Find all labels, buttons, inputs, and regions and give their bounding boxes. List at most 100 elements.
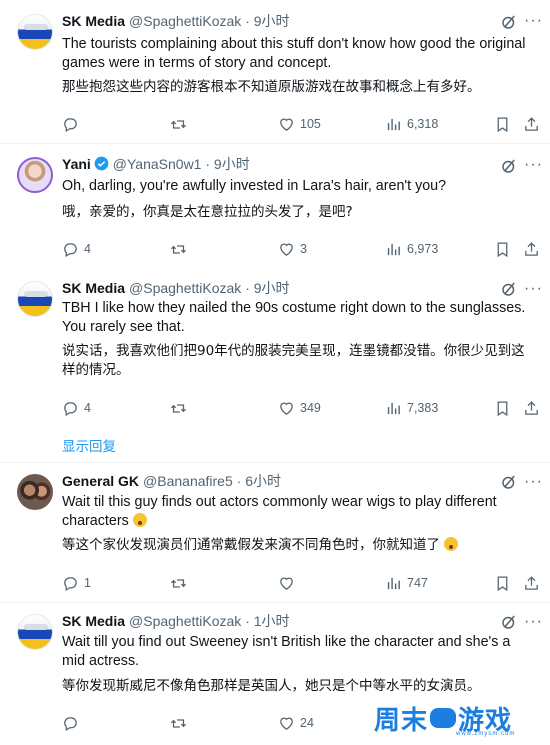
heart-icon xyxy=(280,402,293,415)
timestamp[interactable]: · 1小时 xyxy=(245,613,289,629)
tweet-header: SK Media @SpaghettiKozak · 9小时 xyxy=(62,279,290,297)
more-options-icon[interactable]: ··· xyxy=(524,157,543,173)
views-count: 6,318 xyxy=(407,117,439,131)
retweet-button[interactable] xyxy=(170,573,192,593)
tweet-text: TBH I like how they nailed the 90s costu… xyxy=(62,300,526,335)
reply-button[interactable]: 4 xyxy=(62,398,91,418)
tweet-actions: 105 6,318 xyxy=(62,114,540,134)
handle[interactable]: @SpaghettiKozak xyxy=(129,13,241,29)
tweet-translation: 说实话，我喜欢他们把90年代的服装完美呈现，连墨镜都没错。你很少见到这样的情况。 xyxy=(62,343,525,378)
retweet-button[interactable] xyxy=(170,398,192,418)
views-button[interactable]: 747 xyxy=(385,573,428,593)
like-button[interactable]: 24 xyxy=(278,713,314,733)
grok-icon[interactable] xyxy=(500,280,518,298)
retweet-button[interactable] xyxy=(170,713,192,733)
tweet-text: The tourists complaining about this stuf… xyxy=(62,36,526,71)
like-button[interactable]: 349 xyxy=(278,398,321,418)
share-button[interactable] xyxy=(523,114,540,134)
handle[interactable]: @SpaghettiKozak xyxy=(129,280,241,296)
views-icon xyxy=(387,243,400,255)
display-name[interactable]: SK Media xyxy=(62,13,125,29)
share-icon xyxy=(525,400,538,415)
retweet-button[interactable] xyxy=(170,239,192,259)
views-icon xyxy=(387,118,400,130)
retweet-icon xyxy=(170,578,187,588)
tweet-header: SK Media @SpaghettiKozak · 1小时 xyxy=(62,612,290,630)
tweet-translation: 哦，亲爱的，你真是太在意拉拉的头发了，是吧? xyxy=(62,204,353,220)
grok-icon[interactable] xyxy=(500,473,518,491)
display-name[interactable]: SK Media xyxy=(62,613,125,629)
share-icon xyxy=(525,575,538,590)
avatar[interactable] xyxy=(17,14,53,50)
reply-icon xyxy=(64,401,77,416)
grok-icon[interactable] xyxy=(500,613,518,631)
reply-button[interactable]: 1 xyxy=(62,573,91,593)
display-name[interactable]: SK Media xyxy=(62,280,125,296)
views-button[interactable]: 7,383 xyxy=(385,398,438,418)
timestamp[interactable]: · 9小时 xyxy=(205,156,249,172)
like-button[interactable]: 105 xyxy=(278,114,321,134)
timestamp[interactable]: · 9小时 xyxy=(245,280,289,296)
reply-button[interactable] xyxy=(62,114,84,134)
views-count: 747 xyxy=(407,576,428,590)
more-options-icon[interactable]: ··· xyxy=(524,13,543,29)
retweet-icon xyxy=(170,403,187,413)
grok-icon[interactable] xyxy=(500,157,518,175)
more-options-icon[interactable]: ··· xyxy=(524,281,543,297)
show-replies-link[interactable]: 显示回复 xyxy=(62,435,116,455)
share-button[interactable] xyxy=(523,398,540,418)
bookmark-icon xyxy=(497,400,508,416)
avatar[interactable] xyxy=(17,157,53,193)
bookmark-button[interactable] xyxy=(494,398,511,418)
views-count: 7,383 xyxy=(407,401,439,415)
tweet-actions: 4 3 6,973 xyxy=(62,239,540,259)
avatar[interactable] xyxy=(17,474,53,510)
reply-count: 4 xyxy=(84,401,91,415)
like-count: 349 xyxy=(300,401,321,415)
heart-icon xyxy=(280,717,293,730)
more-options-icon[interactable]: ··· xyxy=(524,474,543,490)
bookmark-button[interactable] xyxy=(494,239,511,259)
handle[interactable]: @SpaghettiKozak xyxy=(129,613,241,629)
grok-icon[interactable] xyxy=(500,13,518,31)
like-button[interactable] xyxy=(278,573,300,593)
reply-button[interactable] xyxy=(62,713,84,733)
share-icon xyxy=(525,241,538,256)
divider xyxy=(0,143,550,144)
views-button[interactable]: 6,318 xyxy=(385,114,438,134)
avatar[interactable] xyxy=(17,281,53,317)
share-icon xyxy=(525,116,538,131)
display-name[interactable]: Yani xyxy=(62,156,91,172)
tweet-text: Wait til this guy finds out actors commo… xyxy=(62,493,537,531)
views-icon xyxy=(387,402,400,414)
views-button[interactable]: 6,973 xyxy=(385,239,438,259)
share-button[interactable] xyxy=(523,573,540,593)
bookmark-icon xyxy=(497,116,508,132)
tweet-translation: 等你发现斯威尼不像角色那样是英国人，她只是个中等水平的女演员。 xyxy=(62,678,481,694)
heart-icon xyxy=(280,577,293,590)
reply-icon xyxy=(64,716,77,731)
retweet-icon xyxy=(170,119,187,129)
retweet-icon xyxy=(170,244,187,254)
share-button[interactable] xyxy=(523,239,540,259)
verified-badge-icon xyxy=(94,156,109,171)
views-count: 6,973 xyxy=(407,242,439,256)
bookmark-icon xyxy=(497,575,508,591)
avatar[interactable] xyxy=(17,614,53,650)
handle[interactable]: @YanaSn0w1 xyxy=(113,156,202,172)
tweet-text: Wait till you find out Sweeney isn't Bri… xyxy=(62,634,511,669)
timestamp[interactable]: · 6小时 xyxy=(237,473,281,489)
like-button[interactable]: 3 xyxy=(278,239,307,259)
bookmark-button[interactable] xyxy=(494,114,511,134)
reply-button[interactable]: 4 xyxy=(62,239,91,259)
display-name[interactable]: General GK xyxy=(62,473,139,489)
more-options-icon[interactable]: ··· xyxy=(524,614,543,630)
timestamp[interactable]: · 9小时 xyxy=(245,13,289,29)
tweet-text-content: Wait til this guy finds out actors commo… xyxy=(62,494,497,529)
reply-count: 4 xyxy=(84,242,91,256)
bookmark-button[interactable] xyxy=(494,573,511,593)
handle[interactable]: @Bananafire5 xyxy=(143,473,233,489)
reply-icon xyxy=(64,576,77,591)
tweet-translation: 那些抱怨这些内容的游客根本不知道原版游戏在故事和概念上有多好。 xyxy=(62,79,481,95)
retweet-button[interactable] xyxy=(170,114,192,134)
